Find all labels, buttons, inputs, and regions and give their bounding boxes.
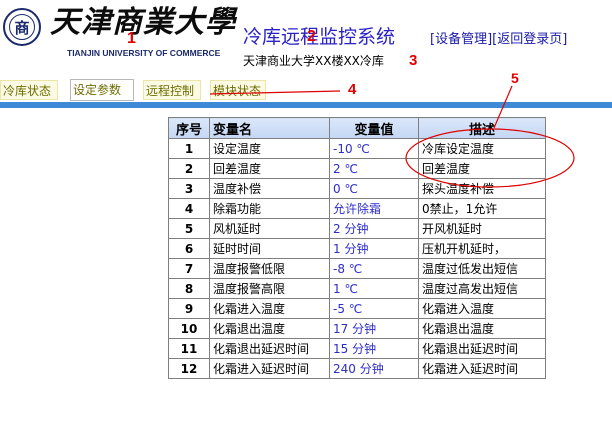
cell-no: 2 xyxy=(168,158,210,179)
cell-no: 7 xyxy=(168,258,210,279)
tab-set-parameters[interactable]: 设定参数 xyxy=(70,79,134,101)
table-body: 1 设定温度 -10 ℃ 冷库设定温度 2 回差温度 2 ℃ 回差温度 3 温度补偿 0 ℃ 探头温度… xyxy=(168,138,546,379)
university-name-en: TIANJIN UNIVERSITY OF COMMERCE xyxy=(67,48,221,58)
cell-desc: 化霜退出延迟时间 xyxy=(418,338,546,359)
cell-name: 延时时间 xyxy=(209,238,330,259)
tab-underline-bar xyxy=(0,102,612,108)
tab-module-status[interactable]: 模块状态 xyxy=(210,80,266,100)
table-header-row: 序号 变量名 变量值 描述 xyxy=(168,117,546,139)
cell-no: 4 xyxy=(168,198,210,219)
cell-no: 1 xyxy=(168,138,210,159)
cell-value: 1 ℃ xyxy=(329,278,419,299)
tab-remote-control[interactable]: 远程控制 xyxy=(143,80,201,100)
cell-no: 10 xyxy=(168,318,210,339)
table-row: 5 风机延时 2 分钟 开风机延时 xyxy=(168,218,546,239)
location-subtitle: 天津商业大学XX楼XX冷库 xyxy=(243,54,384,68)
table-row: 4 除霜功能 允许除霜 0禁止，1允许 xyxy=(168,198,546,219)
cell-no: 3 xyxy=(168,178,210,199)
col-header-value: 变量值 xyxy=(329,117,419,139)
table-row: 2 回差温度 2 ℃ 回差温度 xyxy=(168,158,546,179)
university-name-cn: 天津商業大學 xyxy=(50,5,236,40)
cell-value: 2 ℃ xyxy=(329,158,419,179)
cell-value: 240 分钟 xyxy=(329,358,419,379)
cell-value: -5 ℃ xyxy=(329,298,419,319)
annotation-marker-2: 2 xyxy=(307,28,316,45)
cell-no: 9 xyxy=(168,298,210,319)
table-row: 1 设定温度 -10 ℃ 冷库设定温度 xyxy=(168,138,546,159)
seal-glyph: 商 xyxy=(14,18,30,37)
cell-value: 允许除霜 xyxy=(329,198,419,219)
cell-desc: 温度过高发出短信 xyxy=(418,278,546,299)
cell-desc: 化霜进入温度 xyxy=(418,298,546,319)
cell-value: 17 分钟 xyxy=(329,318,419,339)
cell-desc: 开风机延时 xyxy=(418,218,546,239)
back-to-login-link[interactable]: [返回登录页] xyxy=(492,32,567,47)
device-management-link[interactable]: [设备管理] xyxy=(430,32,492,47)
cell-name: 化霜进入温度 xyxy=(209,298,330,319)
parameter-table: 序号 变量名 变量值 描述 1 设定温度 -10 ℃ 冷库设定温度 2 回差温度 2 ℃ 回差… xyxy=(168,117,546,379)
cell-name: 回差温度 xyxy=(209,158,330,179)
annotation-marker-1: 1 xyxy=(127,30,136,47)
annotation-marker-3: 3 xyxy=(409,52,418,69)
cell-desc: 冷库设定温度 xyxy=(418,138,546,159)
cell-name: 温度报警高限 xyxy=(209,278,330,299)
table-row: 8 温度报警高限 1 ℃ 温度过高发出短信 xyxy=(168,278,546,299)
table-row: 12 化霜进入延迟时间 240 分钟 化霜进入延迟时间 xyxy=(168,358,546,379)
cell-name: 化霜退出温度 xyxy=(209,318,330,339)
cell-desc: 化霜进入延迟时间 xyxy=(418,358,546,379)
cell-value: 2 分钟 xyxy=(329,218,419,239)
cell-value: 15 分钟 xyxy=(329,338,419,359)
cell-no: 6 xyxy=(168,238,210,259)
cell-name: 设定温度 xyxy=(209,138,330,159)
table-row: 3 温度补偿 0 ℃ 探头温度补偿 xyxy=(168,178,546,199)
col-header-desc: 描述 xyxy=(418,117,546,139)
table-row: 10 化霜退出温度 17 分钟 化霜退出温度 xyxy=(168,318,546,339)
cell-desc: 化霜退出温度 xyxy=(418,318,546,339)
table-row: 7 温度报警低限 -8 ℃ 温度过低发出短信 xyxy=(168,258,546,279)
cell-no: 8 xyxy=(168,278,210,299)
col-header-name: 变量名 xyxy=(209,117,330,139)
cell-value: -10 ℃ xyxy=(329,138,419,159)
header: 商 天津商業大學 TIANJIN UNIVERSITY OF COMMERCE … xyxy=(0,0,612,78)
cell-desc: 温度过低发出短信 xyxy=(418,258,546,279)
cell-value: -8 ℃ xyxy=(329,258,419,279)
tab-storage-status[interactable]: 冷库状态 xyxy=(0,80,58,100)
cell-name: 除霜功能 xyxy=(209,198,330,219)
table-row: 11 化霜退出延迟时间 15 分钟 化霜退出延迟时间 xyxy=(168,338,546,359)
cell-name: 温度报警低限 xyxy=(209,258,330,279)
cell-desc: 回差温度 xyxy=(418,158,546,179)
col-header-no: 序号 xyxy=(168,117,210,139)
tab-bar: 冷库状态 设定参数 远程控制 模块状态 xyxy=(0,79,612,102)
university-seal-logo: 商 xyxy=(3,8,41,46)
table-row: 9 化霜进入温度 -5 ℃ 化霜进入温度 xyxy=(168,298,546,319)
cell-name: 风机延时 xyxy=(209,218,330,239)
cell-name: 化霜进入延迟时间 xyxy=(209,358,330,379)
table-row: 6 延时时间 1 分钟 压机开机延时， xyxy=(168,238,546,259)
cell-no: 11 xyxy=(168,338,210,359)
annotation-marker-4: 4 xyxy=(348,81,357,98)
cell-no: 12 xyxy=(168,358,210,379)
cell-desc: 压机开机延时， xyxy=(418,238,546,259)
cell-desc: 探头温度补偿 xyxy=(418,178,546,199)
top-links: [设备管理][返回登录页] xyxy=(430,32,567,48)
cell-value: 1 分钟 xyxy=(329,238,419,259)
system-title: 冷库远程监控系统 xyxy=(243,26,396,48)
cell-no: 5 xyxy=(168,218,210,239)
cell-value: 0 ℃ xyxy=(329,178,419,199)
annotation-marker-5: 5 xyxy=(511,70,519,86)
cell-desc: 0禁止，1允许 xyxy=(418,198,546,219)
cell-name: 温度补偿 xyxy=(209,178,330,199)
cell-name: 化霜退出延迟时间 xyxy=(209,338,330,359)
